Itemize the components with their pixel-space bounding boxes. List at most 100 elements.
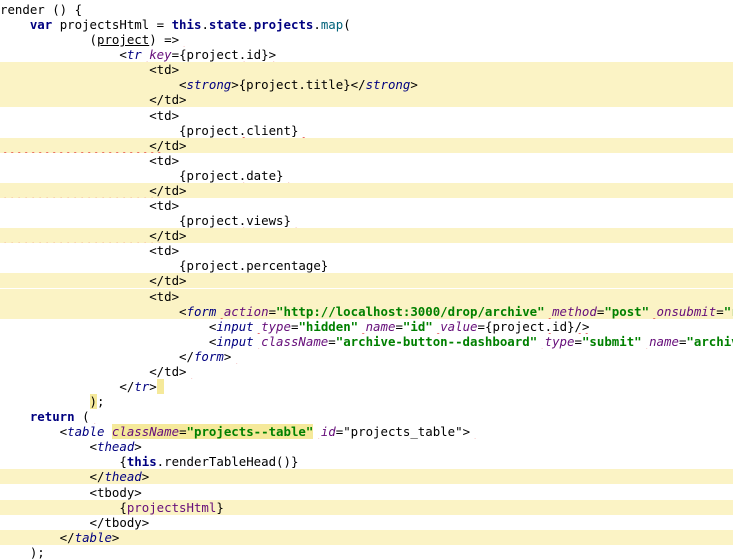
code-token: </ <box>350 77 366 93</box>
code-token: renderTableHead <box>164 454 277 470</box>
code-token: < <box>0 303 187 319</box>
code-token: = <box>268 303 277 319</box>
code-token: projectsHtml <box>126 499 217 515</box>
code-token: > <box>134 439 142 455</box>
code-line: </tr> <box>0 379 733 394</box>
code-token: form <box>193 348 224 364</box>
code-line: {projectsHtml} <box>0 499 733 515</box>
code-token: "return <box>723 303 733 319</box>
code-token: td> <box>164 228 187 244</box>
code-token: { <box>0 499 127 515</box>
code-token: this <box>126 454 157 470</box>
code-token: render () { <box>0 2 83 17</box>
code-token: client} <box>246 122 299 138</box>
code-line: (project) => <box>0 32 733 47</box>
code-token: thead <box>96 439 135 455</box>
code-line: {project.percentage} <box>0 258 733 273</box>
code-editor[interactable]: render () { var projectsHtml = this.stat… <box>0 0 733 560</box>
code-token: this <box>171 17 202 33</box>
code-token: strong <box>365 77 411 93</box>
code-token: . <box>201 17 209 33</box>
code-line: render () { <box>0 2 733 17</box>
code-token: . <box>246 17 254 33</box>
code-token: "hidden" <box>298 318 359 334</box>
code-line: <tbody> <box>0 485 733 500</box>
code-token: id} <box>552 318 575 334</box>
code-token: var <box>29 17 53 33</box>
code-token: </ <box>0 348 194 364</box>
code-token: . <box>313 17 321 33</box>
code-token: > <box>149 379 157 394</box>
code-token: ; <box>97 394 105 410</box>
code-token: ( <box>343 17 351 33</box>
code-token: > <box>410 77 418 93</box>
code-line: </td> <box>0 228 733 244</box>
code-token: "archive" <box>686 333 733 349</box>
code-token: </ <box>0 92 165 108</box>
code-line: <td> <box>0 198 733 213</box>
code-token: </ <box>0 529 75 545</box>
code-line: </td> <box>0 137 733 153</box>
code-line: <td> <box>0 153 733 168</box>
code-token: < <box>0 439 97 455</box>
code-token: project <box>96 32 150 48</box>
code-token: <tbody> <box>0 484 142 500</box>
code-line: </table> <box>0 529 733 545</box>
code-token: className <box>261 333 329 349</box>
code-line: {this.renderTableHead()} <box>0 454 733 469</box>
code-token: td> <box>164 92 187 108</box>
code-token: input <box>216 318 254 334</box>
code-token: value <box>440 318 478 334</box>
code-token: id <box>320 424 336 440</box>
code-line: </thead> <box>0 469 733 485</box>
code-token: </ <box>0 228 165 244</box>
code-line: <strong>{project.title}</strong> <box>0 77 733 93</box>
code-token: date} <box>246 167 284 183</box>
code-token: <td> <box>0 62 180 78</box>
code-token: {project <box>0 258 239 274</box>
code-token: className <box>111 424 180 440</box>
code-token: {project <box>0 167 239 183</box>
code-token: </ <box>0 182 165 198</box>
code-token: < <box>0 318 217 334</box>
code-token: >{project <box>231 77 299 93</box>
code-token: </ <box>0 379 135 394</box>
code-token: </ <box>0 469 105 485</box>
code-token: percentage} <box>246 258 329 274</box>
code-token: td> <box>164 137 187 153</box>
code-token: type <box>544 333 575 349</box>
code-line: </td> <box>0 273 733 289</box>
code-token: <td> <box>0 107 180 123</box>
code-token: > <box>268 47 277 63</box>
code-token: </ <box>0 273 165 289</box>
code-token: return <box>29 409 75 425</box>
code-line: <td> <box>0 288 733 304</box>
code-token: = <box>179 424 187 440</box>
code-token: tr <box>126 47 142 63</box>
code-token: "submit" <box>581 333 642 349</box>
code-token: ={project <box>477 318 545 334</box>
code-token: views} <box>246 213 291 229</box>
code-token: { <box>0 454 127 470</box>
code-token: "post" <box>604 303 650 319</box>
code-line: <input className="archive-button--dashbo… <box>0 334 733 349</box>
code-line: <thead> <box>0 439 733 454</box>
code-token: {project <box>0 122 239 138</box>
code-line: </tbody> <box>0 515 733 530</box>
